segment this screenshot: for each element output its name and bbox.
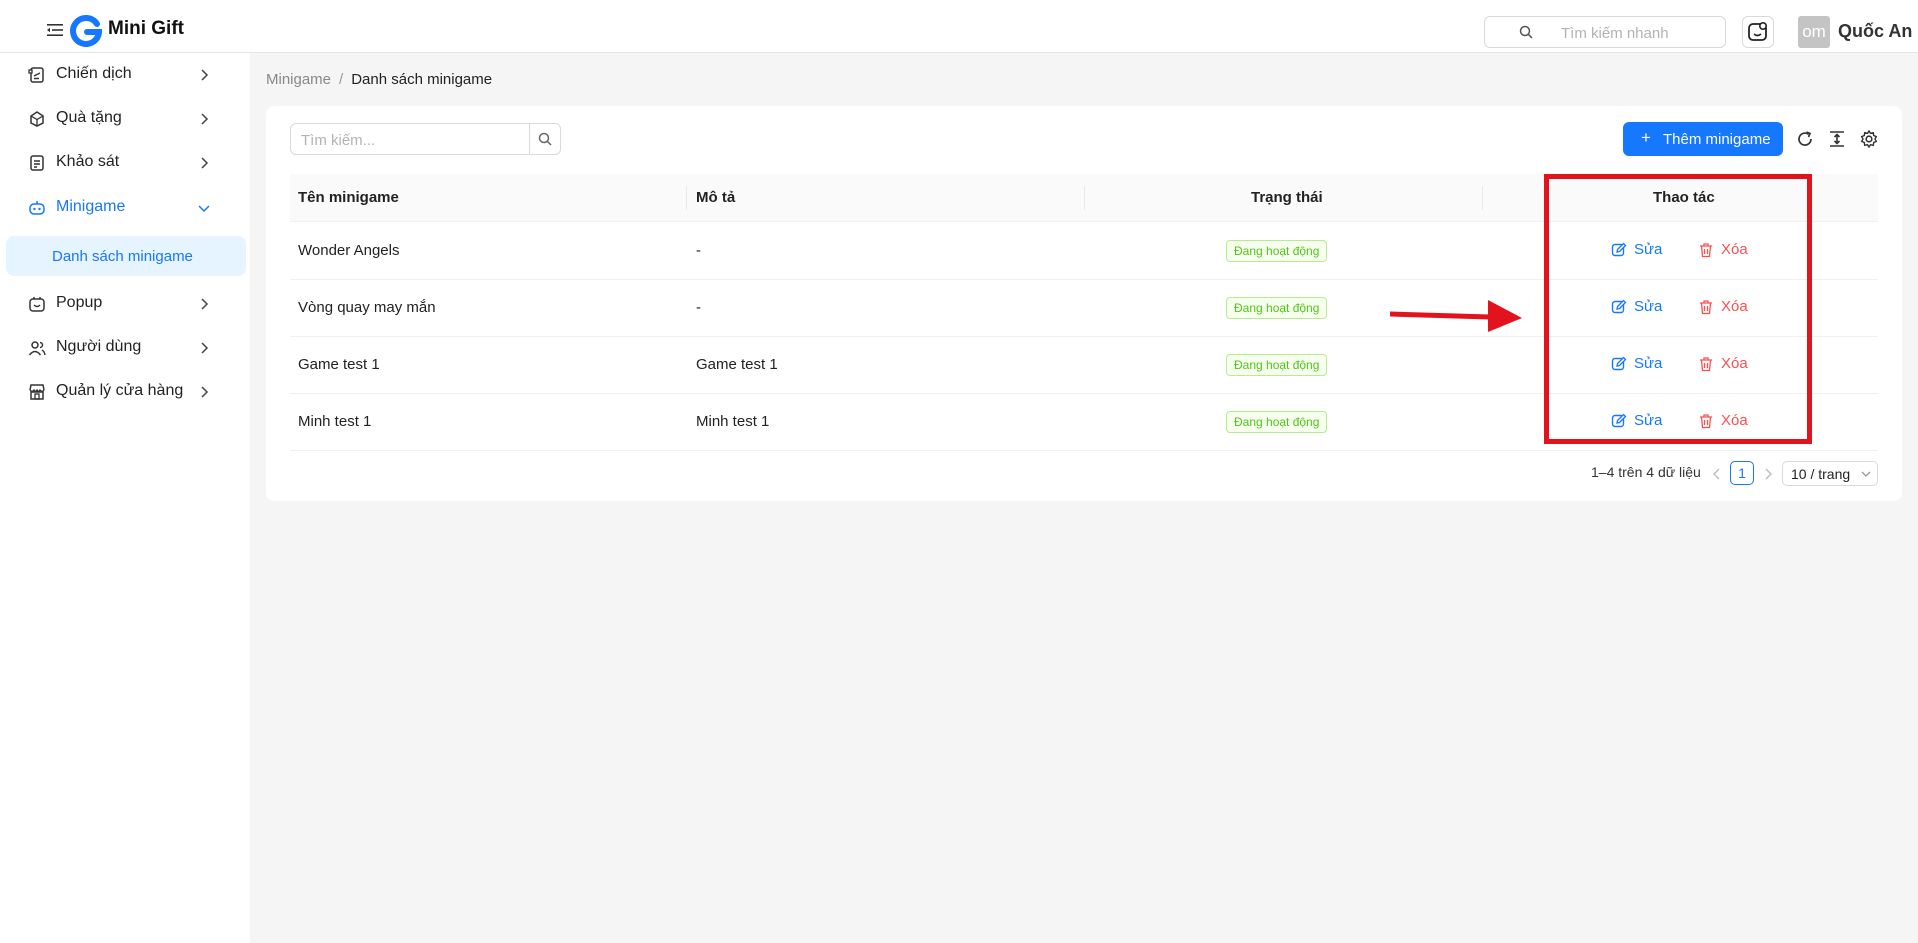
sidebar-item-label: Khảo sát <box>56 153 120 170</box>
sidebar-item-gifts[interactable]: Quà tặng <box>0 99 250 139</box>
reload-icon[interactable] <box>1795 129 1815 149</box>
chevron-right-icon <box>201 386 209 398</box>
sidebar-item-users[interactable]: Người dùng <box>0 328 250 368</box>
sidebar-item-campaign[interactable]: Chiến dịch <box>0 55 250 95</box>
page-size-value: 10 / trang <box>1791 466 1851 482</box>
column-header-name: Tên minigame <box>298 189 399 206</box>
breadcrumb-current: Danh sách minigame <box>351 71 493 88</box>
column-divider <box>1482 186 1483 210</box>
sidebar-item-label: Quản lý cửa hàng <box>56 382 184 399</box>
sidebar-item-label: Popup <box>56 294 103 311</box>
campaign-icon <box>28 67 44 83</box>
sidebar-subitem-minigame-list[interactable]: Danh sách minigame <box>6 236 246 276</box>
sidebar-item-label: Chiến dịch <box>56 65 132 82</box>
breadcrumb-parent[interactable]: Minigame <box>266 71 331 88</box>
table-search-button[interactable] <box>529 123 561 155</box>
chevron-down-icon <box>1861 471 1871 477</box>
chevron-right-icon <box>201 157 209 169</box>
column-divider <box>1084 186 1085 210</box>
app-logo <box>70 15 102 47</box>
chevron-right-icon <box>201 342 209 354</box>
add-minigame-button[interactable]: + Thêm minigame <box>1623 122 1783 156</box>
sidebar-subitem-label: Danh sách minigame <box>52 248 193 265</box>
sidebar-item-label: Minigame <box>56 198 126 215</box>
pagination-current-page[interactable]: 1 <box>1730 461 1754 485</box>
quick-search[interactable] <box>1484 16 1726 48</box>
feedback-icon <box>1748 21 1768 41</box>
annotation-arrow-icon <box>1390 300 1522 332</box>
annotation-highlight-box <box>1544 174 1812 444</box>
status-badge: Đang hoạt động <box>1226 240 1328 262</box>
status-badge: Đang hoạt động <box>1226 297 1328 319</box>
sidebar-item-minigame[interactable]: Minigame <box>0 188 250 228</box>
row-name: Minh test 1 <box>298 413 372 430</box>
table-search[interactable] <box>290 123 530 155</box>
users-icon <box>28 341 46 356</box>
sidebar-item-popup[interactable]: Popup <box>0 284 250 324</box>
search-icon <box>538 132 552 146</box>
pagination-total: 1–4 trên 4 dữ liệu <box>1591 464 1701 480</box>
store-icon <box>29 384 45 400</box>
column-divider <box>686 186 687 210</box>
page-size-select[interactable]: 10 / trang <box>1782 461 1878 486</box>
chevron-right-icon <box>201 113 209 125</box>
row-description: Minh test 1 <box>696 413 770 430</box>
row-name: Game test 1 <box>298 356 380 373</box>
row-description: - <box>696 299 701 316</box>
gift-icon <box>30 111 44 127</box>
plus-icon: + <box>1641 128 1651 147</box>
breadcrumb: Minigame / Danh sách minigame <box>266 71 492 88</box>
add-minigame-label: Thêm minigame <box>1663 131 1771 148</box>
status-badge: Đang hoạt động <box>1226 354 1328 376</box>
chevron-left-icon[interactable] <box>1712 468 1722 480</box>
username[interactable]: Quốc An <box>1838 21 1912 42</box>
chevron-right-icon[interactable] <box>1763 468 1773 480</box>
table-search-input[interactable] <box>301 130 511 150</box>
chevron-right-icon <box>201 298 209 310</box>
gamepad-icon <box>29 201 45 215</box>
sidebar-item-label: Người dùng <box>56 338 142 355</box>
sidebar: Chiến dịch Quà tặng Khảo sát Minigame Da… <box>0 53 250 943</box>
survey-icon <box>30 155 44 171</box>
search-icon <box>1519 25 1533 39</box>
row-name: Wonder Angels <box>298 242 400 259</box>
sidebar-item-label: Quà tặng <box>56 109 122 126</box>
row-description: - <box>696 242 701 259</box>
row-description: Game test 1 <box>696 356 778 373</box>
column-header-description: Mô tả <box>696 189 736 206</box>
app-title: Mini Gift <box>108 18 184 39</box>
settings-icon[interactable] <box>1859 129 1879 149</box>
status-badge: Đang hoạt động <box>1226 411 1328 433</box>
menu-fold-icon[interactable] <box>47 24 63 36</box>
popup-icon <box>29 297 45 312</box>
avatar[interactable]: om <box>1798 16 1830 48</box>
row-name: Vòng quay may mắn <box>298 299 436 316</box>
top-header: Mini Gift om Quốc An <box>0 0 1918 53</box>
column-header-status: Trạng thái <box>1251 189 1323 206</box>
quick-search-input[interactable] <box>1561 23 1711 43</box>
density-icon[interactable] <box>1827 129 1847 149</box>
chevron-right-icon <box>201 69 209 81</box>
chevron-down-icon <box>198 205 210 213</box>
feedback-button[interactable] <box>1742 16 1774 48</box>
sidebar-item-store[interactable]: Quản lý cửa hàng <box>0 372 250 412</box>
sidebar-item-survey[interactable]: Khảo sát <box>0 143 250 183</box>
breadcrumb-separator: / <box>339 71 344 88</box>
